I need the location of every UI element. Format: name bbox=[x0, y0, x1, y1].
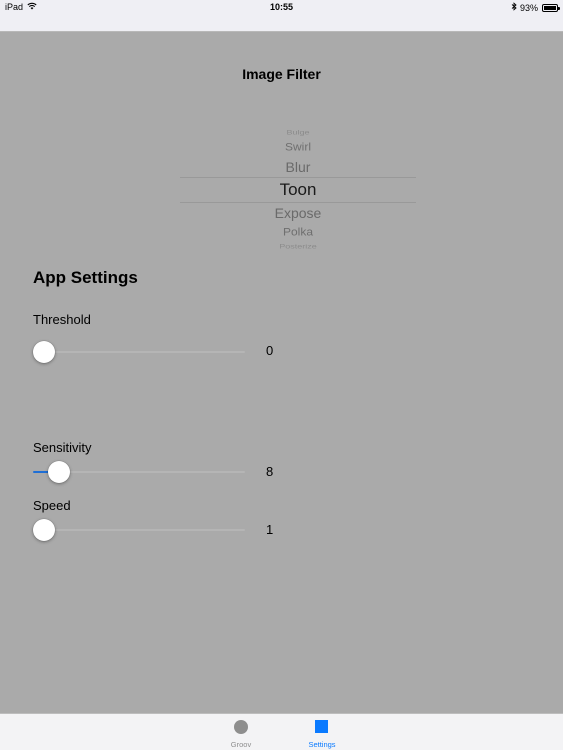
tab-groov[interactable]: Groov bbox=[211, 714, 271, 750]
slider-track bbox=[33, 529, 245, 531]
picker-item-posterize[interactable]: Posterize bbox=[180, 242, 416, 250]
slider-thumb[interactable] bbox=[33, 519, 55, 541]
picker-item-blur[interactable]: Blur bbox=[180, 159, 416, 175]
tab-settings[interactable]: Settings bbox=[292, 714, 352, 750]
page-title: Image Filter bbox=[242, 66, 321, 82]
picker-item-expose[interactable]: Expose bbox=[180, 205, 416, 221]
status-time: 10:55 bbox=[269, 2, 294, 12]
sensitivity-label: Sensitivity bbox=[33, 440, 92, 455]
speed-slider[interactable] bbox=[33, 518, 245, 542]
sensitivity-slider[interactable] bbox=[33, 460, 245, 484]
slider-track bbox=[33, 351, 245, 353]
battery-icon bbox=[542, 3, 560, 12]
threshold-label: Threshold bbox=[33, 312, 91, 327]
navigation-bar bbox=[0, 16, 563, 32]
tab-groov-label: Groov bbox=[230, 740, 252, 749]
app-settings-heading: App Settings bbox=[33, 268, 138, 287]
picker-item-bulge[interactable]: Bulge bbox=[180, 128, 416, 136]
speed-label: Speed bbox=[33, 498, 71, 513]
picker-item-swirl[interactable]: Swirl bbox=[180, 141, 416, 154]
filter-picker[interactable]: Bulge Swirl Blur Toon Expose Polka Poste… bbox=[180, 124, 416, 256]
threshold-value: 0 bbox=[266, 343, 274, 358]
speed-value: 1 bbox=[266, 522, 274, 537]
status-bar: iPad 10:55 93% bbox=[0, 0, 563, 16]
picker-selection-top-line bbox=[180, 177, 416, 178]
tab-bar: Groov Settings bbox=[0, 713, 563, 750]
circle-icon bbox=[234, 720, 248, 734]
threshold-slider[interactable] bbox=[33, 340, 245, 364]
battery-percent: 93% bbox=[519, 2, 538, 13]
picker-item-selected[interactable]: Toon bbox=[180, 180, 416, 200]
app-root: iPad 10:55 93% Image Filter Bulge Swirl … bbox=[0, 0, 563, 750]
picker-selection-bottom-line bbox=[180, 202, 416, 203]
sensitivity-value: 8 bbox=[266, 464, 274, 479]
slider-thumb[interactable] bbox=[48, 461, 71, 483]
status-right: 93% bbox=[511, 2, 560, 13]
slider-thumb[interactable] bbox=[33, 341, 55, 363]
bluetooth-icon bbox=[511, 2, 517, 13]
tab-settings-label: Settings bbox=[308, 740, 336, 749]
square-icon bbox=[315, 720, 328, 733]
picker-item-polka[interactable]: Polka bbox=[180, 226, 416, 239]
